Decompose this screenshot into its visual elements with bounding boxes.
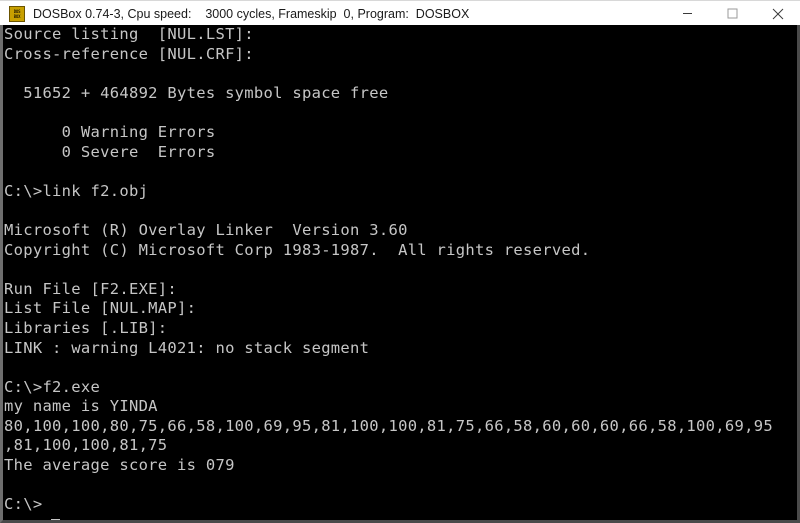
terminal-line: Microsoft (R) Overlay Linker Version 3.6… bbox=[4, 220, 408, 239]
app-icon-label-bottom: BOX bbox=[13, 13, 21, 19]
terminal-screen[interactable]: Source listing [NUL.LST]: Cross-referenc… bbox=[0, 25, 800, 523]
terminal-average-line: The average score is 079 bbox=[4, 456, 235, 475]
minimize-button[interactable] bbox=[665, 1, 710, 26]
terminal-line: 0 Warning Errors bbox=[4, 122, 216, 141]
terminal-command-line: C:\>link f2.obj bbox=[4, 181, 149, 200]
terminal-scores-line: ,81,100,100,81,75 bbox=[4, 436, 168, 455]
terminal-line: my name is YINDA bbox=[4, 397, 158, 416]
dosbox-window: DOS BOX DOSBox 0.74-3, Cpu speed: 3000 c… bbox=[0, 0, 800, 523]
terminal-line: List File [NUL.MAP]: bbox=[4, 299, 197, 318]
terminal-line: Run File [F2.EXE]: bbox=[4, 279, 178, 298]
window-title: DOSBox 0.74-3, Cpu speed: 3000 cycles, F… bbox=[33, 6, 470, 21]
title-bar[interactable]: DOS BOX DOSBox 0.74-3, Cpu speed: 3000 c… bbox=[0, 0, 800, 26]
dosbox-app-icon: DOS BOX bbox=[9, 5, 25, 22]
terminal-line: 51652 + 464892 Bytes symbol space free bbox=[4, 83, 389, 102]
terminal-line: Source listing [NUL.LST]: bbox=[4, 25, 254, 43]
terminal-scores-line: 80,100,100,80,75,66,58,100,69,95,81,100,… bbox=[4, 416, 773, 435]
terminal-line: Copyright (C) Microsoft Corp 1983-1987. … bbox=[4, 240, 591, 259]
terminal-command-line: C:\>f2.exe bbox=[4, 377, 101, 396]
terminal-cursor bbox=[51, 519, 60, 520]
maximize-button[interactable] bbox=[710, 1, 755, 26]
terminal-output: Source listing [NUL.LST]: Cross-referenc… bbox=[3, 25, 797, 515]
terminal-line: Libraries [.LIB]: bbox=[4, 318, 168, 337]
terminal-warning-line: LINK : warning L4021: no stack segment bbox=[4, 338, 370, 357]
terminal-line: Cross-reference [NUL.CRF]: bbox=[4, 44, 254, 63]
terminal-line: 0 Severe Errors bbox=[4, 142, 216, 161]
window-controls bbox=[665, 1, 800, 26]
terminal-prompt-line: C:\> bbox=[4, 495, 43, 514]
close-button[interactable] bbox=[755, 1, 800, 26]
